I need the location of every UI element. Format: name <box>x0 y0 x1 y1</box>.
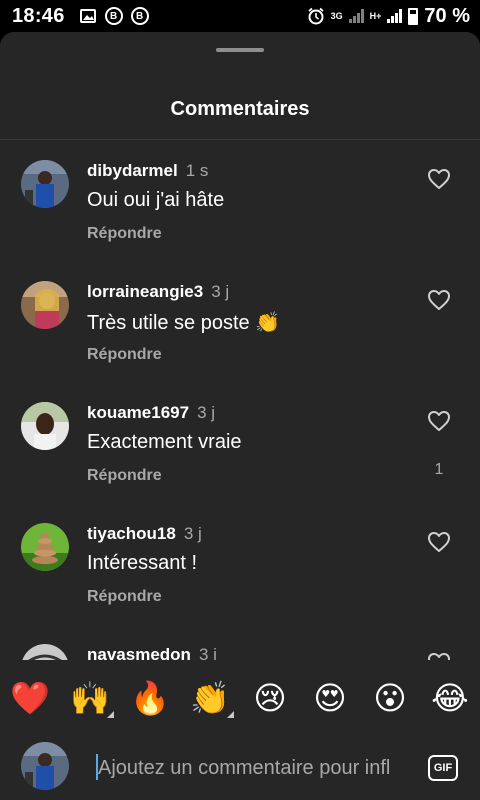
comment-text: Très utile se poste 👏 <box>87 312 281 334</box>
reply-button[interactable]: Répondre <box>87 588 162 606</box>
my-avatar <box>21 742 69 790</box>
comment-time: 3 j <box>198 645 217 660</box>
avatar[interactable] <box>21 523 69 571</box>
alarm-icon <box>307 7 325 25</box>
heart-icon[interactable] <box>427 289 451 311</box>
emoji-clapping-hands[interactable]: 👏 <box>190 678 234 718</box>
network-type: 3G <box>330 11 343 21</box>
reply-button[interactable]: Répondre <box>87 346 162 364</box>
like-count: 1 <box>434 461 444 478</box>
reply-button[interactable]: Répondre <box>87 225 162 243</box>
gif-button[interactable]: GIF <box>428 755 458 781</box>
comment-username[interactable]: lorraineangie3 3 j <box>87 282 229 302</box>
comment-item: navasmedon 3 j <box>0 624 480 660</box>
comment-username[interactable]: kouame1697 3 j <box>87 403 215 423</box>
comment-username[interactable]: dibydarmel 1 s <box>87 161 208 181</box>
comment-time: 3 j <box>197 403 216 422</box>
comment-username[interactable]: tiyachou18 3 j <box>87 524 202 544</box>
emoji-raising-hands[interactable]: 🙌 <box>70 678 114 718</box>
avatar[interactable] <box>21 402 69 450</box>
variant-indicator <box>227 711 234 718</box>
heart-icon[interactable] <box>427 652 451 660</box>
emoji-surprised-face[interactable]: 😮 <box>370 678 410 718</box>
comment-text: Exactement vraie <box>87 431 242 453</box>
battery-percent: 70 % <box>424 4 470 27</box>
status-bar: 18:46 B B 3G H+ 70 % <box>0 0 480 32</box>
comment-username[interactable]: navasmedon 3 j <box>87 645 217 660</box>
comment-composer: GIF <box>0 734 480 800</box>
sheet-title: Commentaires <box>170 98 310 120</box>
comments-list[interactable]: dibydarmel 1 s Oui oui j'ai hâte Répondre… <box>0 140 480 660</box>
comment-item: kouame1697 3 j Exactement vraie Répondre … <box>0 382 480 503</box>
emoji-crying-face[interactable]: 😢 <box>250 678 290 718</box>
network-type-2: H+ <box>369 11 382 21</box>
heart-icon[interactable] <box>427 410 451 432</box>
b-app-icon-2: B <box>130 7 149 25</box>
emoji-glyph: 🙌 <box>70 679 110 717</box>
comment-input[interactable] <box>98 753 413 783</box>
avatar[interactable] <box>21 644 69 660</box>
comment-time: 3 j <box>183 524 202 543</box>
notification-icons: B B <box>79 7 149 25</box>
comment-item: lorraineangie3 3 j Très utile se poste 👏 … <box>0 261 480 382</box>
avatar[interactable] <box>21 160 69 208</box>
status-time: 18:46 <box>12 4 65 27</box>
battery-icon <box>408 7 419 25</box>
system-icons: 3G H+ 70 % <box>307 5 470 28</box>
avatar[interactable] <box>21 281 69 329</box>
emoji-tears-of-joy[interactable]: 😂 <box>430 678 470 718</box>
comment-item: tiyachou18 3 j Intéressant ! Répondre <box>0 503 480 624</box>
emoji-glyph: 👏 <box>190 679 230 717</box>
comments-sheet: Commentaires dibydarmel 1 s Oui oui j'ai … <box>0 32 480 800</box>
b-app-icon: B <box>104 7 123 25</box>
heart-icon[interactable] <box>427 168 451 190</box>
comment-text: Oui oui j'ai hâte <box>87 189 225 211</box>
comment-item: dibydarmel 1 s Oui oui j'ai hâte Répondre <box>0 140 480 261</box>
signal-icon-2 <box>387 9 403 23</box>
heart-icon[interactable] <box>427 531 451 553</box>
variant-indicator <box>107 711 114 718</box>
emoji-red-heart[interactable]: ❤️ <box>10 678 50 718</box>
emoji-reaction-bar: ❤️ 🙌 🔥 👏 😢 😍 😮 😂 <box>0 662 480 734</box>
reply-button[interactable]: Répondre <box>87 467 162 485</box>
comment-text: Intéressant ! <box>87 552 198 574</box>
sheet-drag-handle[interactable] <box>216 48 264 52</box>
comment-time: 3 j <box>211 282 230 301</box>
gallery-icon <box>79 8 97 24</box>
emoji-heart-eyes[interactable]: 😍 <box>310 678 350 718</box>
signal-icon <box>348 9 364 23</box>
emoji-fire[interactable]: 🔥 <box>130 678 170 718</box>
comment-time: 1 s <box>185 161 209 180</box>
